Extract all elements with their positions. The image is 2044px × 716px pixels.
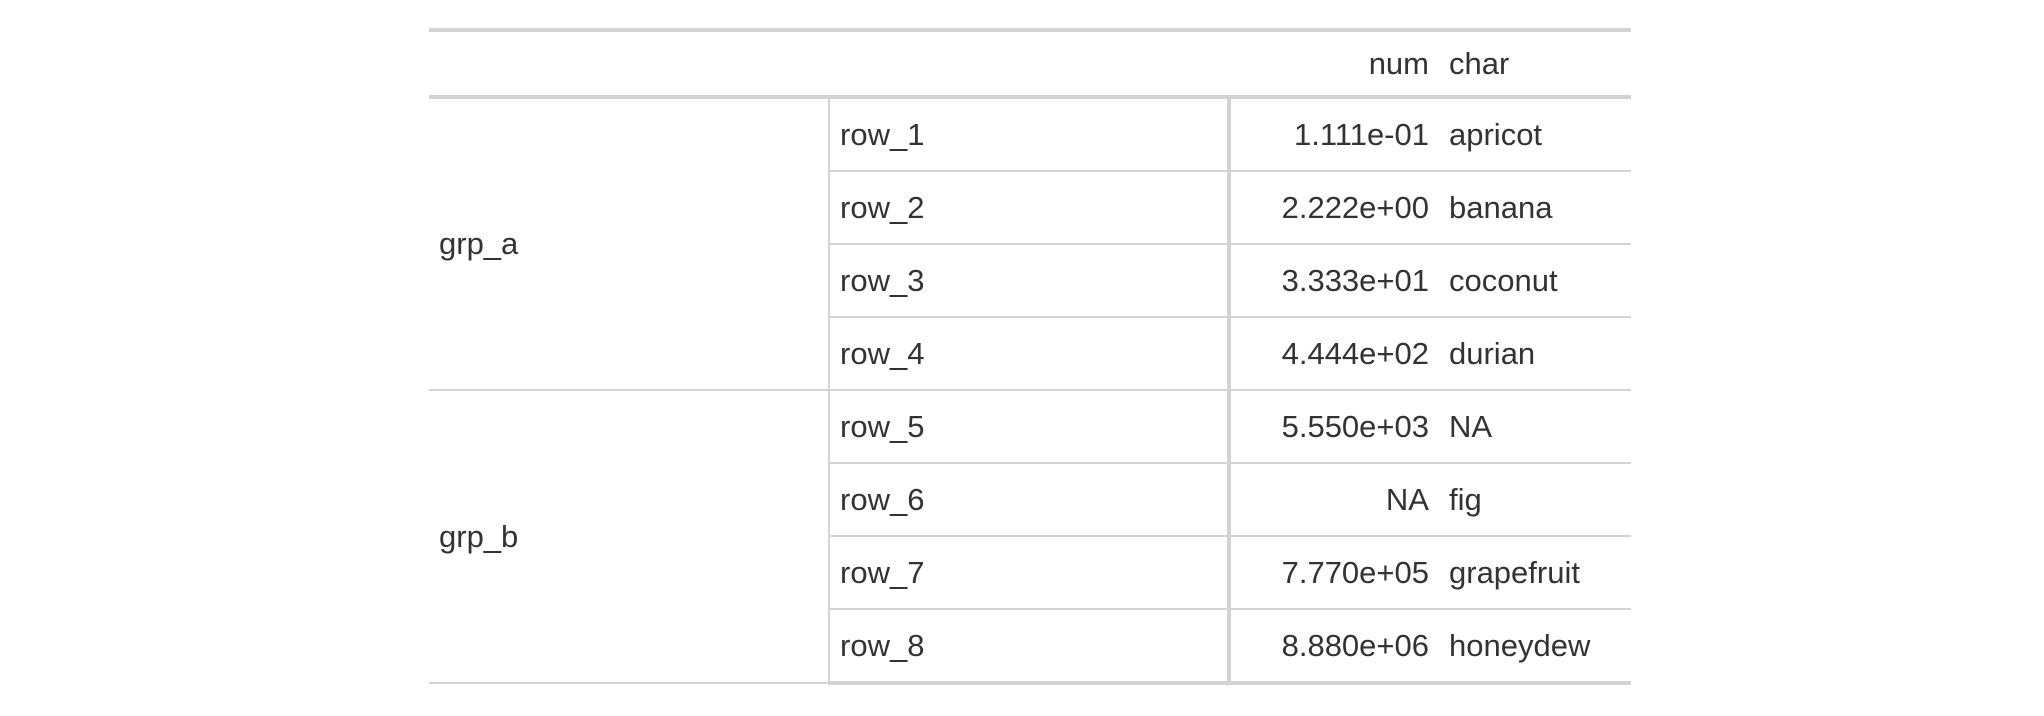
row-label: row_8 [829, 608, 1231, 685]
num-cell: NA [1229, 462, 1439, 536]
group-label: grp_b [429, 389, 830, 684]
group-label: grp_a [429, 97, 830, 391]
row-label: row_6 [829, 462, 1231, 536]
row-label: row_3 [829, 243, 1231, 317]
char-cell: NA [1439, 389, 1631, 463]
char-cell: apricot [1449, 116, 1543, 152]
num-cell: 7.770e+05 [1229, 535, 1439, 609]
num-cell: 1.111e-01 [1293, 116, 1429, 152]
table-row: grp_b row_5 5.550e+03 NA [429, 389, 1631, 684]
data-table: num char grp_a row_1 1.111e-01 apricot r… [429, 28, 1631, 685]
header-char: char [1439, 28, 1631, 99]
char-cell: coconut [1439, 243, 1631, 317]
row-label: row_5 [829, 389, 1231, 463]
header-num: num [1229, 28, 1439, 99]
num-cell: 8.880e+06 [1229, 608, 1439, 685]
row-label: row_1 [829, 97, 1231, 171]
num-cell: 2.222e+00 [1229, 170, 1439, 244]
header-stub-column [829, 28, 1229, 99]
row-label: row_4 [829, 316, 1231, 390]
num-cell: 5.550e+03 [1229, 389, 1439, 463]
row-label: row_7 [829, 535, 1231, 609]
char-cell: fig [1439, 462, 1631, 536]
header-group-column [429, 28, 829, 99]
char-cell: grapefruit [1439, 535, 1631, 609]
char-cell: honeydew [1439, 608, 1631, 685]
header-row: num char [429, 28, 1631, 99]
num-cell: 3.333e+01 [1229, 243, 1439, 317]
char-cell: banana [1439, 170, 1631, 244]
row-label: row_2 [829, 170, 1231, 244]
char-cell: durian [1439, 316, 1631, 390]
table-row: grp_a row_1 1.111e-01 apricot [429, 97, 1631, 391]
num-cell: 4.444e+02 [1229, 316, 1439, 390]
